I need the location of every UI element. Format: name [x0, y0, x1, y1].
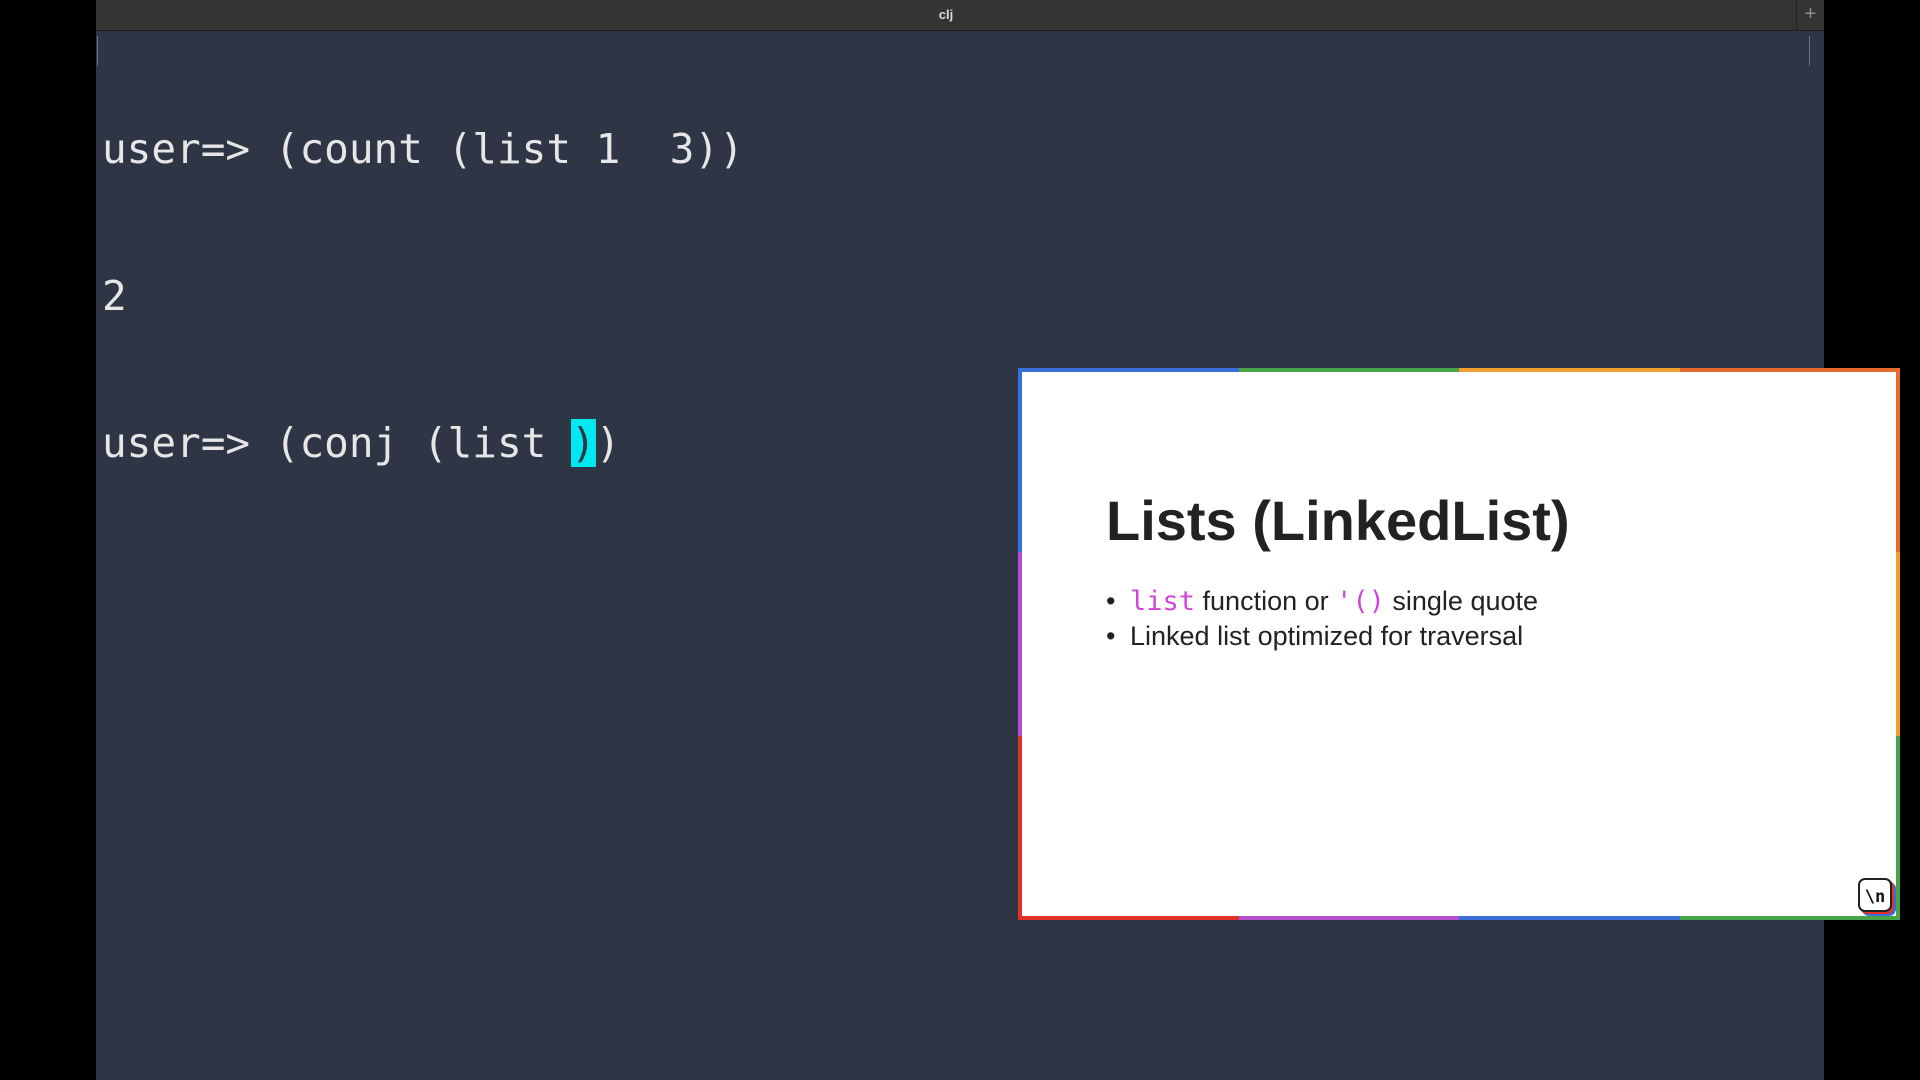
border-segment-top: [1238, 368, 1459, 372]
border-segment-bottom: [1459, 916, 1680, 920]
text-cursor: ): [571, 419, 596, 467]
border-segment-right: [1896, 736, 1900, 920]
slide-title: Lists (LinkedList): [1106, 489, 1570, 552]
terminal-output[interactable]: user=> (count (list 1 3)) 2 user=> (conj…: [102, 27, 744, 566]
repl-line-2: 2: [102, 272, 127, 320]
slide-bullets: list function or '() single quote Linked…: [1106, 584, 1538, 653]
border-segment-right: [1896, 552, 1900, 736]
window-title: clj: [938, 7, 954, 22]
repl-input-line[interactable]: user=> (conj (list )): [102, 419, 744, 468]
border-segment-left: [1018, 552, 1022, 736]
repl-input-prefix: user=> (conj (list: [102, 419, 571, 467]
new-tab-button[interactable]: +: [1796, 0, 1824, 30]
bullet-text: function or: [1195, 586, 1337, 616]
bullet-text: single quote: [1384, 586, 1539, 616]
logo-icon: \n: [1858, 878, 1892, 912]
border-segment-left: [1018, 368, 1022, 552]
border-segment-bottom: [1238, 916, 1459, 920]
repl-line-1: user=> (count (list 1 3)): [102, 125, 744, 173]
border-segment-top: [1018, 368, 1239, 372]
margin-mark: [97, 36, 98, 66]
code-quote: '(): [1336, 586, 1385, 617]
scrollbar[interactable]: [1809, 36, 1810, 66]
repl-input-suffix: ): [595, 419, 621, 467]
bullet-item: list function or '() single quote: [1106, 584, 1538, 619]
border-segment-right: [1896, 368, 1900, 552]
border-segment-bottom: [1679, 916, 1900, 920]
border-segment-bottom: [1018, 916, 1239, 920]
border-segment-left: [1018, 736, 1022, 920]
border-segment-top: [1679, 368, 1900, 372]
slide-overlay: Lists (LinkedList) list function or '() …: [1018, 368, 1900, 920]
border-segment-top: [1459, 368, 1680, 372]
bullet-item: Linked list optimized for traversal: [1106, 619, 1538, 653]
code-list: list: [1130, 586, 1196, 617]
